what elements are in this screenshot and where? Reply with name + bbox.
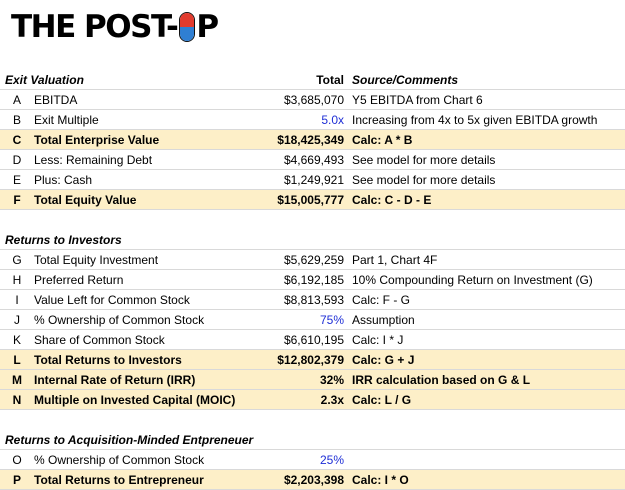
entrepreneur-header: Returns to Acquisition-Minded Entpreneue… xyxy=(0,430,625,450)
table-row: I Value Left for Common Stock $8,813,593 Ca… xyxy=(0,290,625,310)
row-value: 2.3x xyxy=(320,393,344,407)
table-row: F Total Equity Value $15,005,777 Calc: C - … xyxy=(0,190,625,210)
row-comment: Calc: I * J xyxy=(352,333,404,347)
row-comment: See model for more details xyxy=(352,153,496,167)
table-row: E Plus: Cash $1,249,921 See model for more … xyxy=(0,170,625,190)
table-row: N Multiple on Invested Capital (MOIC) 2.3x… xyxy=(0,390,625,410)
row-comment: Part 1, Chart 4F xyxy=(352,253,438,267)
row-label: Total Enterprise Value xyxy=(34,133,160,147)
row-letter: O xyxy=(12,453,22,467)
section-title: Exit Valuation xyxy=(5,73,84,87)
row-letter: E xyxy=(12,173,21,187)
row-label: Total Returns to Entrepreneur xyxy=(34,473,204,487)
row-label: Total Equity Investment xyxy=(34,253,159,267)
row-label: Exit Multiple xyxy=(34,113,99,127)
row-label: EBITDA xyxy=(34,93,78,107)
row-value: $3,685,070 xyxy=(283,93,344,107)
row-comment: Calc: F - G xyxy=(352,293,411,307)
row-label: Multiple on Invested Capital (MOIC) xyxy=(34,393,236,407)
row-comment: Increasing from 4x to 5x given EBITDA gr… xyxy=(352,113,598,127)
row-value: $6,192,185 xyxy=(283,273,344,287)
row-letter: J xyxy=(14,313,20,327)
row-value: $12,802,379 xyxy=(277,353,344,367)
investors-rows: G Total Equity Investment $5,629,259 Part 1… xyxy=(0,250,625,410)
row-letter: A xyxy=(12,93,21,107)
row-label: Share of Common Stock xyxy=(34,333,165,347)
total-header: Total xyxy=(316,73,344,87)
row-comment: Calc: I * O xyxy=(352,473,409,487)
row-letter: I xyxy=(15,293,19,307)
row-label: Internal Rate of Return (IRR) xyxy=(34,373,196,387)
table-row: D Less: Remaining Debt $4,669,493 See model… xyxy=(0,150,625,170)
section-title: Returns to Investors xyxy=(5,233,122,247)
row-value: $15,005,777 xyxy=(277,193,344,207)
row-letter: D xyxy=(12,153,22,167)
entrepreneur-section: Returns to Acquisition-Minded Entpreneue… xyxy=(0,430,625,490)
row-value: $1,249,921 xyxy=(283,173,344,187)
investors-header: Returns to Investors xyxy=(0,230,625,250)
entrepreneur-rows: O % Ownership of Common Stock 25% P Total Re… xyxy=(0,450,625,490)
row-comment: Calc: C - D - E xyxy=(352,193,432,207)
table-row: O % Ownership of Common Stock 25% xyxy=(0,450,625,470)
investors-section: Returns to Investors G Total Equity Inves… xyxy=(0,230,625,410)
row-comment: Calc: A * B xyxy=(352,133,413,147)
table-row: L Total Returns to Investors $12,802,379 Ca… xyxy=(0,350,625,370)
row-label: Preferred Return xyxy=(34,273,124,287)
row-label: Less: Remaining Debt xyxy=(34,153,153,167)
exit-valuation-section: Exit Valuation Total Source/Comments A EB… xyxy=(0,70,625,210)
logo-text: THE POST- xyxy=(11,9,179,45)
row-value: 25% xyxy=(319,453,344,467)
pill-icon xyxy=(179,12,196,42)
table-row: A EBITDA $3,685,070 Y5 EBITDA from Chart 6 xyxy=(0,90,625,110)
table-row: P Total Returns to Entrepreneur $2,203,398… xyxy=(0,470,625,490)
row-value: $8,813,593 xyxy=(283,293,344,307)
exit-valuation-header: Exit Valuation Total Source/Comments xyxy=(0,70,625,90)
row-comment: Y5 EBITDA from Chart 6 xyxy=(352,93,483,107)
row-comment: Assumption xyxy=(352,313,415,327)
row-value: $18,425,349 xyxy=(277,133,344,147)
row-letter: B xyxy=(12,113,21,127)
row-letter: N xyxy=(12,393,22,407)
row-value: 75% xyxy=(319,313,344,327)
section-title: Returns to Acquisition-Minded Entpreneue… xyxy=(5,433,254,447)
row-label: Value Left for Common Stock xyxy=(34,293,190,307)
logo-text-end: P xyxy=(196,9,219,45)
row-comment: Calc: L / G xyxy=(352,393,412,407)
row-letter: H xyxy=(12,273,22,287)
table-row: K Share of Common Stock $6,610,195 Calc: I … xyxy=(0,330,625,350)
row-value: $2,203,398 xyxy=(283,473,344,487)
row-letter: K xyxy=(12,333,21,347)
row-value: $5,629,259 xyxy=(283,253,344,267)
row-value: 5.0x xyxy=(321,113,344,127)
row-label: % Ownership of Common Stock xyxy=(34,453,205,467)
row-comment: See model for more details xyxy=(352,173,496,187)
row-letter: C xyxy=(12,133,22,147)
row-value: 32% xyxy=(319,373,344,387)
row-label: Total Returns to Investors xyxy=(34,353,182,367)
table-row: J % Ownership of Common Stock 75% Assumptio… xyxy=(0,310,625,330)
table-row: B Exit Multiple 5.0x Increasing from 4x to … xyxy=(0,110,625,130)
row-comment: 10% Compounding Return on Investment (G) xyxy=(352,273,593,287)
row-letter: P xyxy=(12,473,21,487)
row-letter: F xyxy=(13,193,21,207)
row-value: $6,610,195 xyxy=(283,333,344,347)
row-comment: Calc: G + J xyxy=(352,353,415,367)
row-label: % Ownership of Common Stock xyxy=(34,313,205,327)
table-row: M Internal Rate of Return (IRR) 32% IRR cal… xyxy=(0,370,625,390)
table-row: H Preferred Return $6,192,185 10% Compoundi… xyxy=(0,270,625,290)
row-letter: G xyxy=(12,253,22,267)
source-header: Source/Comments xyxy=(352,73,459,87)
exit-valuation-rows: A EBITDA $3,685,070 Y5 EBITDA from Chart 6 B… xyxy=(0,90,625,210)
row-label: Plus: Cash xyxy=(34,173,93,187)
row-label: Total Equity Value xyxy=(34,193,137,207)
row-value: $4,669,493 xyxy=(283,153,344,167)
row-comment: IRR calculation based on G & L xyxy=(352,373,531,387)
row-letter: L xyxy=(13,353,21,367)
table-row: C Total Enterprise Value $18,425,349 Calc: … xyxy=(0,130,625,150)
table-row: G Total Equity Investment $5,629,259 Part 1… xyxy=(0,250,625,270)
logo: THE POST- P xyxy=(11,8,219,46)
row-letter: M xyxy=(12,373,22,387)
